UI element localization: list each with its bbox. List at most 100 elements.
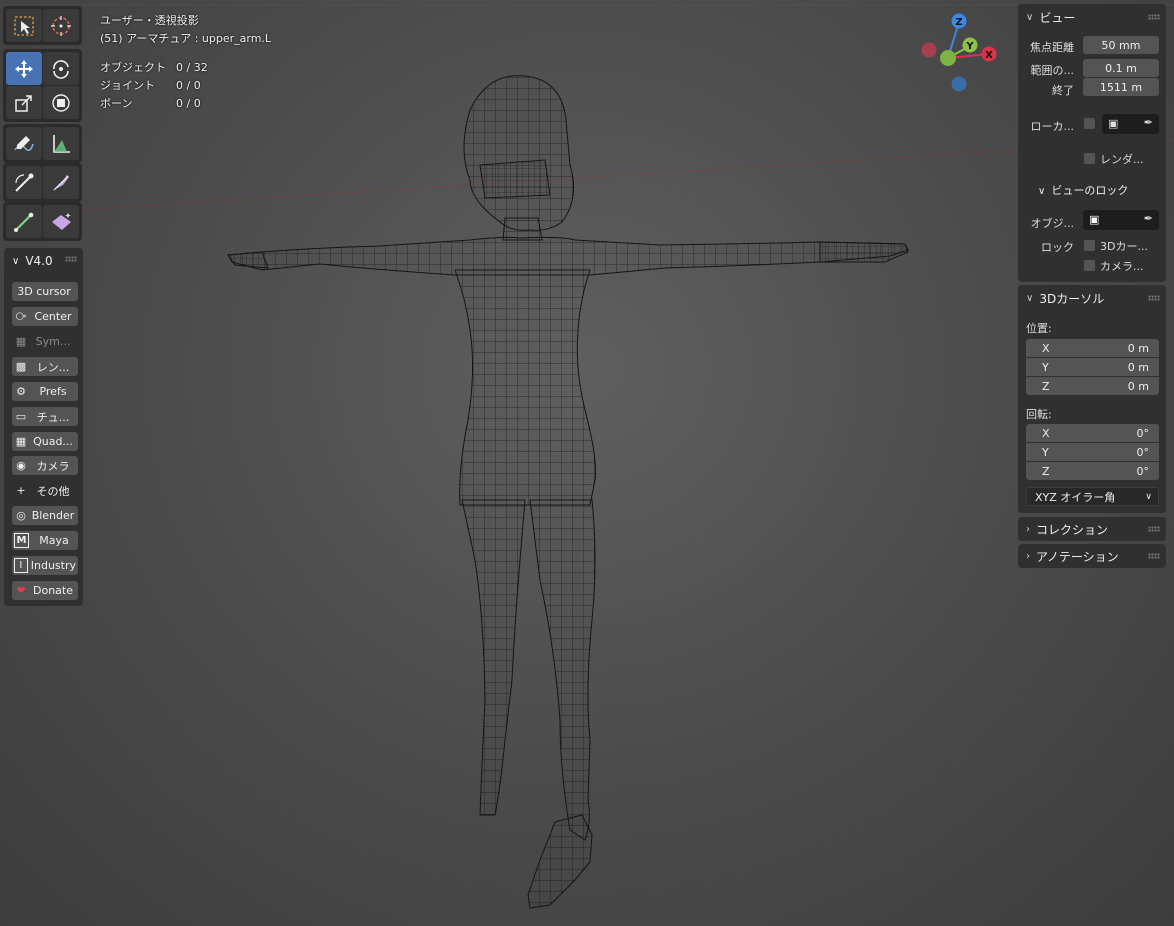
bone-envelope-tool[interactable] [43, 205, 79, 238]
stat-row-joints: ジョイント 0 / 0 [100, 76, 208, 94]
eyedropper-icon[interactable]: ✒ [1144, 212, 1153, 225]
rotation-z-field[interactable]: Z 0° [1026, 462, 1159, 480]
stat-value: 0 / 0 [176, 96, 201, 110]
lock-3d-cursor-label: 3Dカー... [1100, 240, 1148, 253]
focal-length-field[interactable]: 50 mm [1083, 36, 1159, 54]
blender-button[interactable]: ◎ Blender [12, 506, 78, 525]
axis-label: Z [1042, 464, 1050, 478]
neg-z-axis-handle[interactable] [951, 76, 967, 92]
3d-cursor-panel-header[interactable]: ∨ 3Dカーソル [1018, 285, 1166, 311]
3d-cursor-panel: ∨ 3Dカーソル 位置: X 0 m Y 0 m Z 0 m 回転: X 0° … [1018, 285, 1166, 513]
select-box-icon [14, 15, 34, 36]
bone-envelope-icon [52, 212, 71, 230]
transform-tool[interactable] [43, 86, 79, 119]
eyedropper-icon[interactable]: ✒ [1144, 116, 1153, 129]
annotation-panel-header[interactable]: › アノテーション [1018, 544, 1166, 568]
lock-camera-checkbox[interactable] [1084, 260, 1095, 271]
rotation-y-field[interactable]: Y 0° [1026, 443, 1159, 461]
drag-grip-icon[interactable] [1148, 553, 1160, 559]
view-panel-header[interactable]: ∨ ビュー [1018, 4, 1166, 30]
bone-size-icon [53, 174, 69, 190]
3d-cursor-button[interactable]: 3D cursor [12, 282, 78, 301]
heart-icon: ❤ [16, 584, 26, 597]
center-button[interactable]: ⧂ Center [12, 307, 78, 326]
local-camera-field[interactable]: ▣ ✒ [1102, 114, 1159, 134]
tutorial-button[interactable]: ▭ チュ... [12, 407, 78, 426]
axis-label: X [1042, 426, 1050, 440]
annotation-panel-title: アノテーション [1036, 549, 1119, 564]
other-button[interactable]: + その他 [12, 481, 78, 500]
3d-viewport[interactable]: ユーザー・透視投影 (51) アーマチュア : upper_arm.L オブジェ… [0, 0, 1174, 926]
clip-start-label: 範囲の... [1030, 64, 1075, 77]
rotation-mode-dropdown[interactable]: XYZ オイラー角 ∨ [1026, 487, 1159, 506]
prefs-button[interactable]: ⚙ Prefs [12, 382, 78, 401]
cursor-tool[interactable] [43, 9, 79, 42]
drag-grip-icon[interactable] [1148, 14, 1160, 20]
measure-tool[interactable] [43, 127, 79, 160]
location-z-field[interactable]: Z 0 m [1026, 377, 1159, 395]
rotate-icon [53, 59, 69, 79]
bone-size-tool[interactable] [43, 166, 79, 199]
view-title: ユーザー・透視投影 [100, 14, 199, 27]
rotation-mode-value: XYZ オイラー角 [1035, 490, 1116, 504]
neg-x-axis-handle[interactable] [921, 42, 937, 58]
view-lock-subpanel-header[interactable]: ∨ ビューのロック [1038, 182, 1128, 198]
3d-cursor-panel-title: 3Dカーソル [1039, 291, 1105, 306]
select-box-tool[interactable] [6, 9, 42, 42]
quad-view-button[interactable]: ▦ Quad... [12, 432, 78, 451]
navigation-gizmo[interactable]: Z Y X [915, 8, 1005, 98]
annotation-panel[interactable]: › アノテーション [1018, 544, 1166, 568]
axis-value: 0 m [1127, 360, 1149, 374]
axis-value: 0° [1136, 445, 1150, 459]
lock-camera-label: カメラ... [1100, 260, 1144, 273]
lock-label: ロック [1041, 241, 1074, 254]
annotate-tool[interactable] [6, 127, 42, 160]
button-label: Quad... [33, 435, 73, 448]
clip-start-field[interactable]: 0.1 m [1083, 59, 1159, 77]
button-label: カメラ [36, 459, 70, 473]
rotate-tool[interactable] [43, 52, 79, 85]
camera-button[interactable]: ◉ カメラ [12, 456, 78, 475]
button-label: Sym... [35, 335, 71, 348]
character-mesh[interactable] [0, 0, 1174, 926]
move-icon [15, 59, 33, 78]
z-axis-label: Z [955, 17, 962, 28]
cursor-icon [51, 15, 71, 36]
view-panel: ∨ ビュー 焦点距離 50 mm 範囲の... 0.1 m 終了 1511 m … [1018, 4, 1166, 282]
drag-grip-icon[interactable] [1148, 295, 1160, 301]
symmetry-button[interactable]: ▦ Sym... [12, 332, 78, 351]
collection-panel[interactable]: › コレクション [1018, 517, 1166, 541]
button-label: Donate [33, 584, 73, 597]
v4-panel-header[interactable]: ∨ V4.0 [4, 248, 83, 274]
view-lock-title: ビューのロック [1051, 184, 1129, 197]
focal-length-label: 焦点距離 [1030, 41, 1074, 54]
object-icon: ▣ [1089, 213, 1100, 226]
transform-icon [52, 93, 70, 112]
gear-icon: ⚙ [16, 385, 26, 398]
donate-button[interactable]: ❤ Donate [12, 581, 78, 600]
chevron-right-icon: › [1026, 550, 1030, 562]
location-x-field[interactable]: X 0 m [1026, 339, 1159, 357]
maya-button[interactable]: M Maya [12, 531, 78, 550]
drag-grip-icon[interactable] [65, 256, 77, 262]
render-button[interactable]: ▩ レン... [12, 357, 78, 376]
scale-tool[interactable] [6, 86, 42, 119]
rotation-label: 回転: [1026, 408, 1052, 421]
lock-object-field[interactable]: ▣ ✒ [1083, 210, 1159, 230]
neg-y-axis-handle[interactable] [940, 50, 956, 66]
industry-button[interactable]: I Industry [12, 556, 78, 575]
symmetry-icon: ▦ [15, 335, 27, 348]
location-y-field[interactable]: Y 0 m [1026, 358, 1159, 376]
local-camera-checkbox[interactable] [1084, 118, 1095, 129]
bone-roll-tool[interactable] [6, 166, 42, 199]
x-axis-label: X [985, 50, 993, 61]
drag-grip-icon[interactable] [1148, 526, 1160, 532]
extrude-tool[interactable] [6, 205, 42, 238]
button-label: Center [34, 310, 72, 323]
lock-3d-cursor-checkbox[interactable] [1084, 240, 1095, 251]
clip-end-field[interactable]: 1511 m [1083, 78, 1159, 96]
collection-panel-header[interactable]: › コレクション [1018, 517, 1166, 541]
move-tool[interactable] [6, 52, 42, 85]
rotation-x-field[interactable]: X 0° [1026, 424, 1159, 442]
render-region-checkbox[interactable] [1084, 153, 1095, 164]
